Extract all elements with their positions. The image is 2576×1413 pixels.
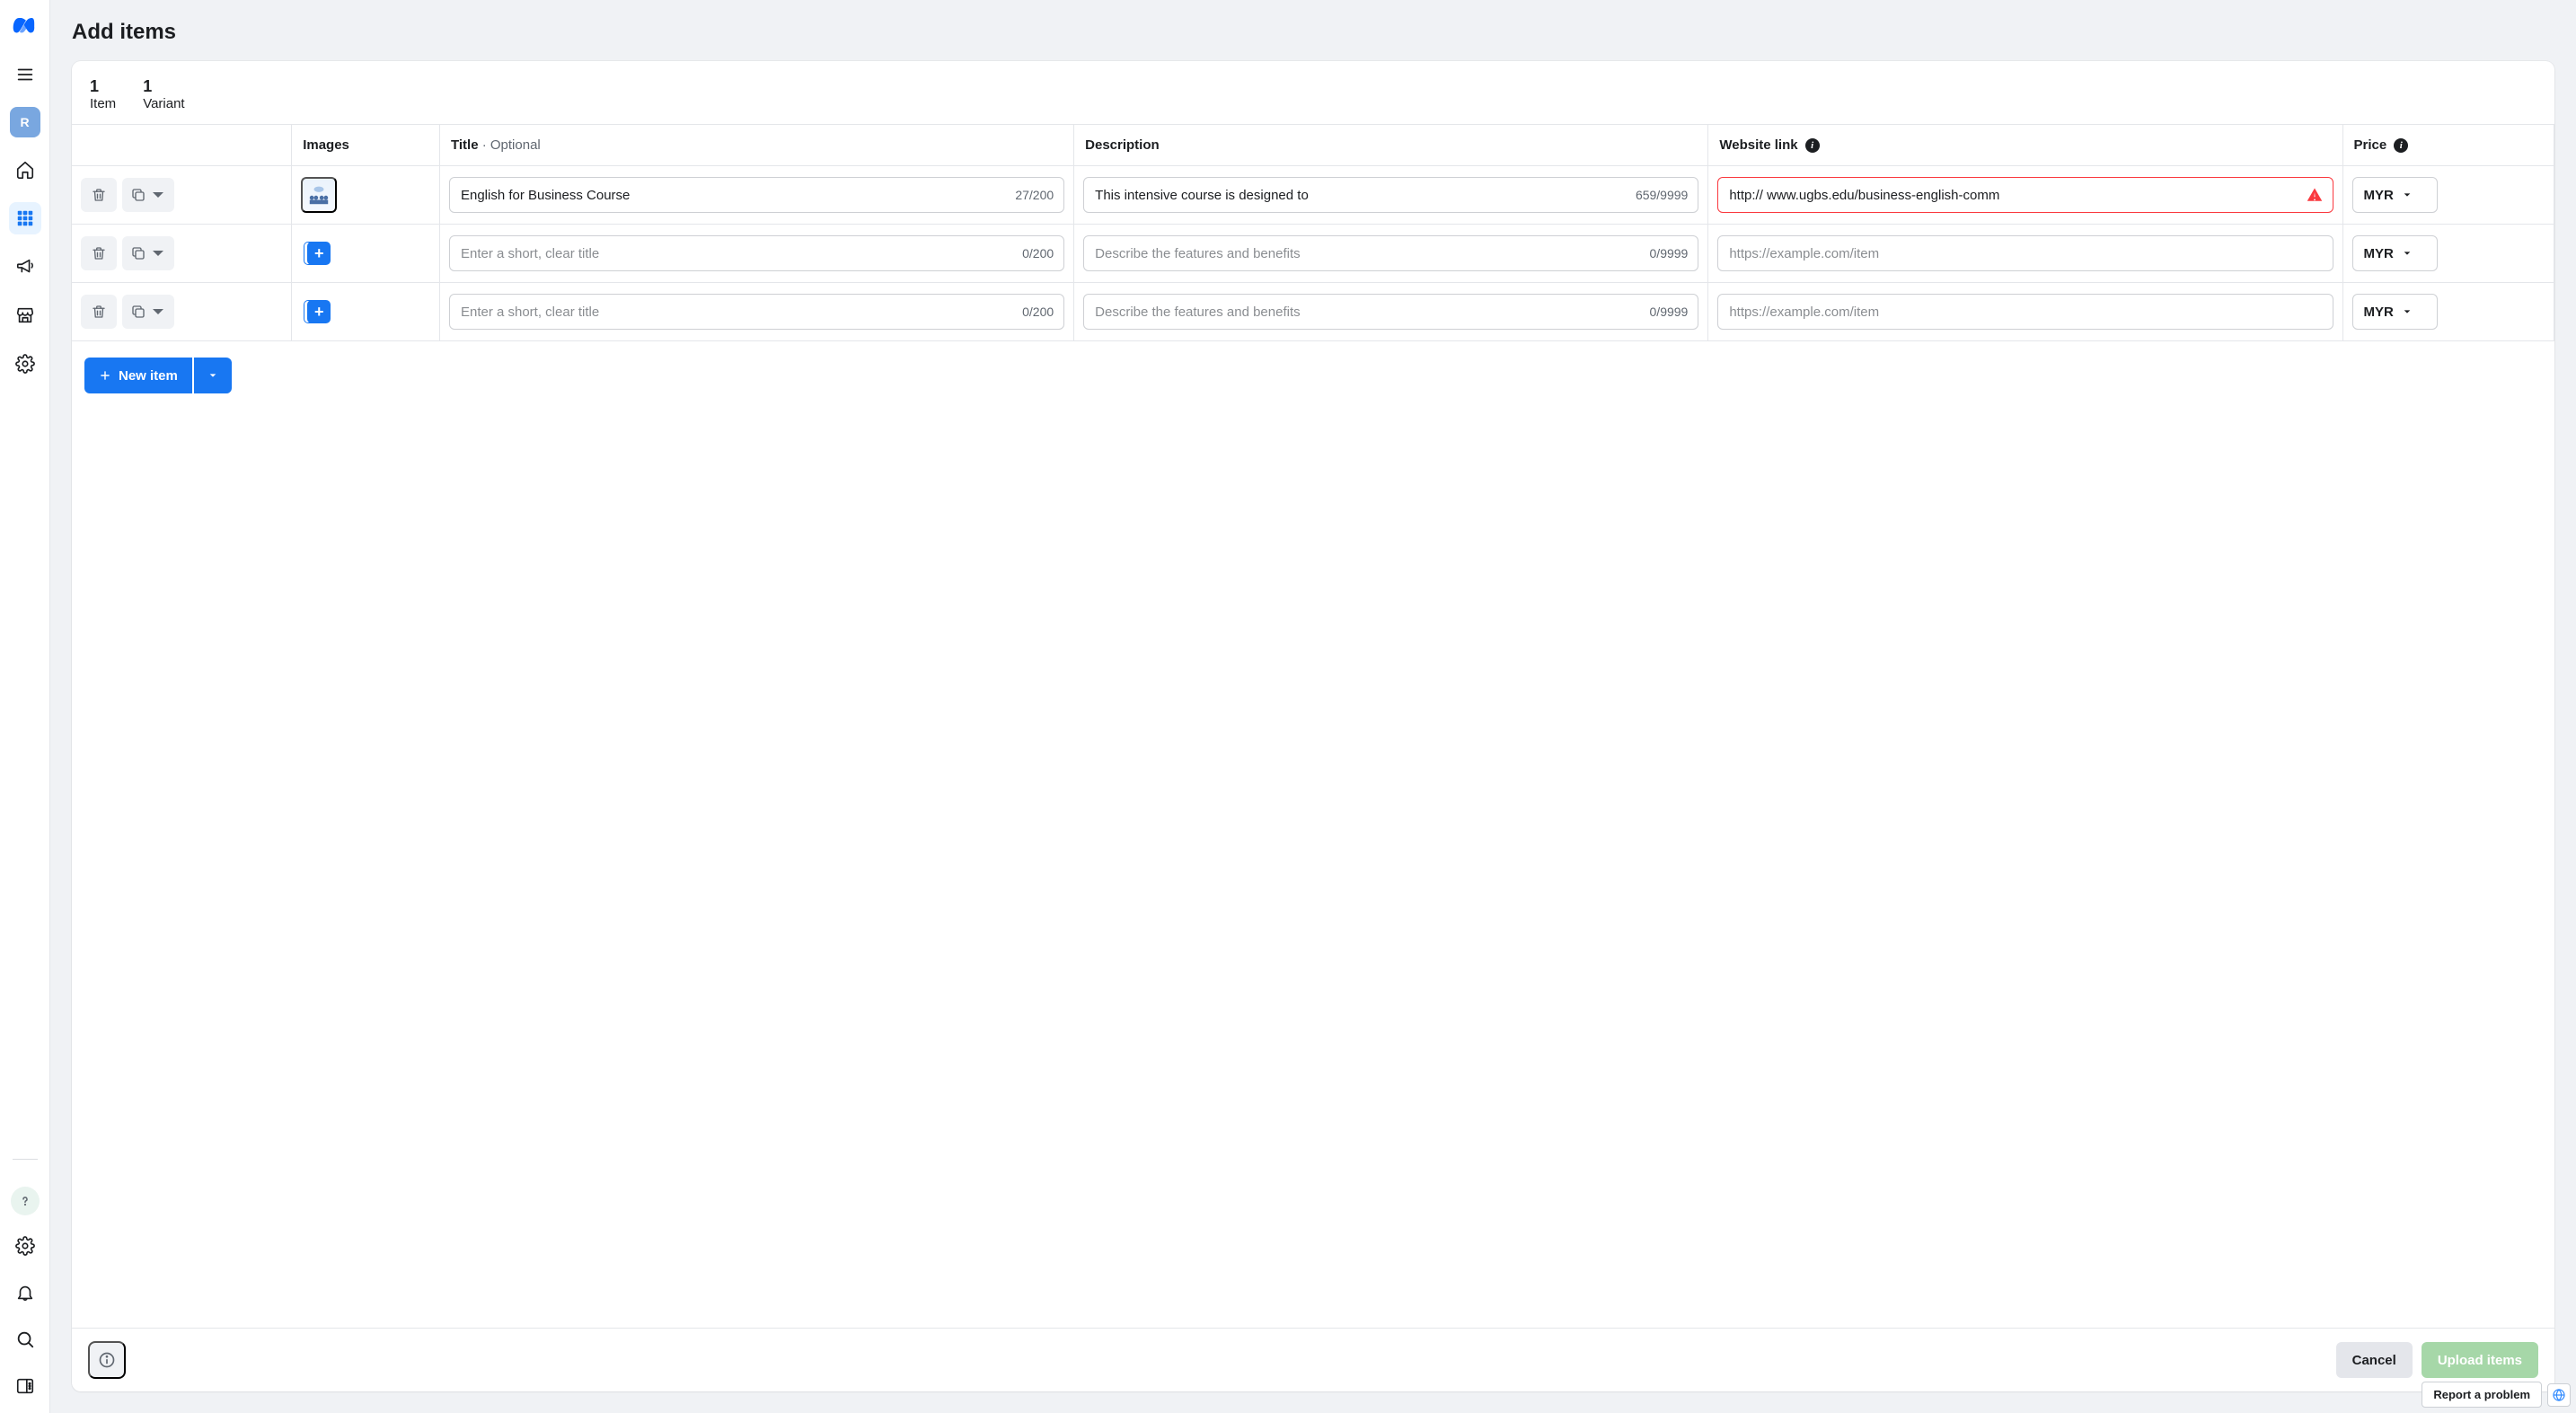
delete-row-button[interactable] bbox=[81, 178, 117, 212]
currency-select[interactable]: MYR bbox=[2352, 235, 2438, 271]
report-problem-button[interactable]: Report a problem bbox=[2422, 1382, 2542, 1408]
duplicate-row-button[interactable] bbox=[122, 295, 174, 329]
info-icon[interactable]: i bbox=[2394, 138, 2408, 153]
item-image-thumbnail[interactable] bbox=[301, 177, 337, 213]
col-website-link: Website linki bbox=[1708, 124, 2342, 166]
rail-divider bbox=[13, 1159, 38, 1160]
title-input[interactable] bbox=[449, 235, 1064, 271]
meta-logo bbox=[11, 11, 40, 42]
settings-nav-button[interactable] bbox=[9, 348, 41, 380]
items-panel: 1 Item 1 Variant Images Title · Optional bbox=[72, 61, 2554, 1391]
table-row: + 0/200 0/9999 bbox=[72, 283, 2554, 341]
currency-select[interactable]: MYR bbox=[2352, 177, 2438, 213]
megaphone-nav-button[interactable] bbox=[9, 251, 41, 283]
duplicate-row-button[interactable] bbox=[122, 236, 174, 270]
col-actions bbox=[72, 124, 292, 166]
help-button[interactable] bbox=[11, 1187, 40, 1215]
delete-row-button[interactable] bbox=[81, 236, 117, 270]
home-nav-button[interactable] bbox=[9, 154, 41, 186]
currency-select[interactable]: MYR bbox=[2352, 294, 2438, 330]
delete-row-button[interactable] bbox=[81, 295, 117, 329]
add-image-button[interactable]: + bbox=[301, 294, 337, 330]
globe-icon[interactable] bbox=[2547, 1383, 2571, 1407]
warning-icon bbox=[2307, 187, 2323, 203]
col-price: Pricei bbox=[2343, 124, 2554, 166]
cancel-button[interactable]: Cancel bbox=[2336, 1342, 2413, 1378]
new-item-button[interactable]: New item bbox=[84, 358, 192, 393]
panel-button[interactable] bbox=[9, 1370, 41, 1402]
counts-bar: 1 Item 1 Variant bbox=[72, 61, 2554, 124]
search-button[interactable] bbox=[9, 1323, 41, 1356]
shop-nav-button[interactable] bbox=[9, 299, 41, 331]
website-link-input[interactable] bbox=[1717, 177, 2333, 213]
title-input[interactable] bbox=[449, 177, 1064, 213]
description-input[interactable] bbox=[1083, 235, 1698, 271]
page-title: Add items bbox=[50, 0, 2576, 61]
table-row: 27/200 659/9999 bbox=[72, 166, 2554, 225]
description-input[interactable] bbox=[1083, 177, 1698, 213]
upload-items-button[interactable]: Upload items bbox=[2422, 1342, 2538, 1378]
panel-footer: Cancel Upload items bbox=[72, 1328, 2554, 1391]
website-link-input[interactable] bbox=[1717, 235, 2333, 271]
table-row: + 0/200 0/9999 bbox=[72, 225, 2554, 283]
description-input[interactable] bbox=[1083, 294, 1698, 330]
col-description: Description bbox=[1074, 124, 1708, 166]
left-nav-rail: R bbox=[0, 0, 50, 1413]
hamburger-menu-button[interactable] bbox=[9, 58, 41, 91]
footer-info-button[interactable] bbox=[88, 1341, 126, 1379]
duplicate-row-button[interactable] bbox=[122, 178, 174, 212]
notifications-button[interactable] bbox=[9, 1276, 41, 1309]
corner-controls: Report a problem bbox=[2422, 1382, 2571, 1408]
title-input[interactable] bbox=[449, 294, 1064, 330]
info-icon[interactable]: i bbox=[1805, 138, 1820, 153]
account-avatar-button[interactable]: R bbox=[10, 107, 40, 137]
add-image-button[interactable]: + bbox=[301, 235, 337, 271]
item-count: 1 Item bbox=[90, 77, 116, 111]
items-table: Images Title · Optional Description Webs… bbox=[72, 124, 2554, 410]
main-content: Add items 1 Item 1 Variant Ima bbox=[50, 0, 2576, 1413]
catalog-nav-button[interactable] bbox=[9, 202, 41, 234]
new-item-dropdown-button[interactable] bbox=[194, 358, 232, 393]
gear-button[interactable] bbox=[9, 1230, 41, 1262]
website-link-input[interactable] bbox=[1717, 294, 2333, 330]
variant-count: 1 Variant bbox=[143, 77, 184, 111]
col-title: Title · Optional bbox=[440, 124, 1074, 166]
col-images: Images bbox=[292, 124, 440, 166]
